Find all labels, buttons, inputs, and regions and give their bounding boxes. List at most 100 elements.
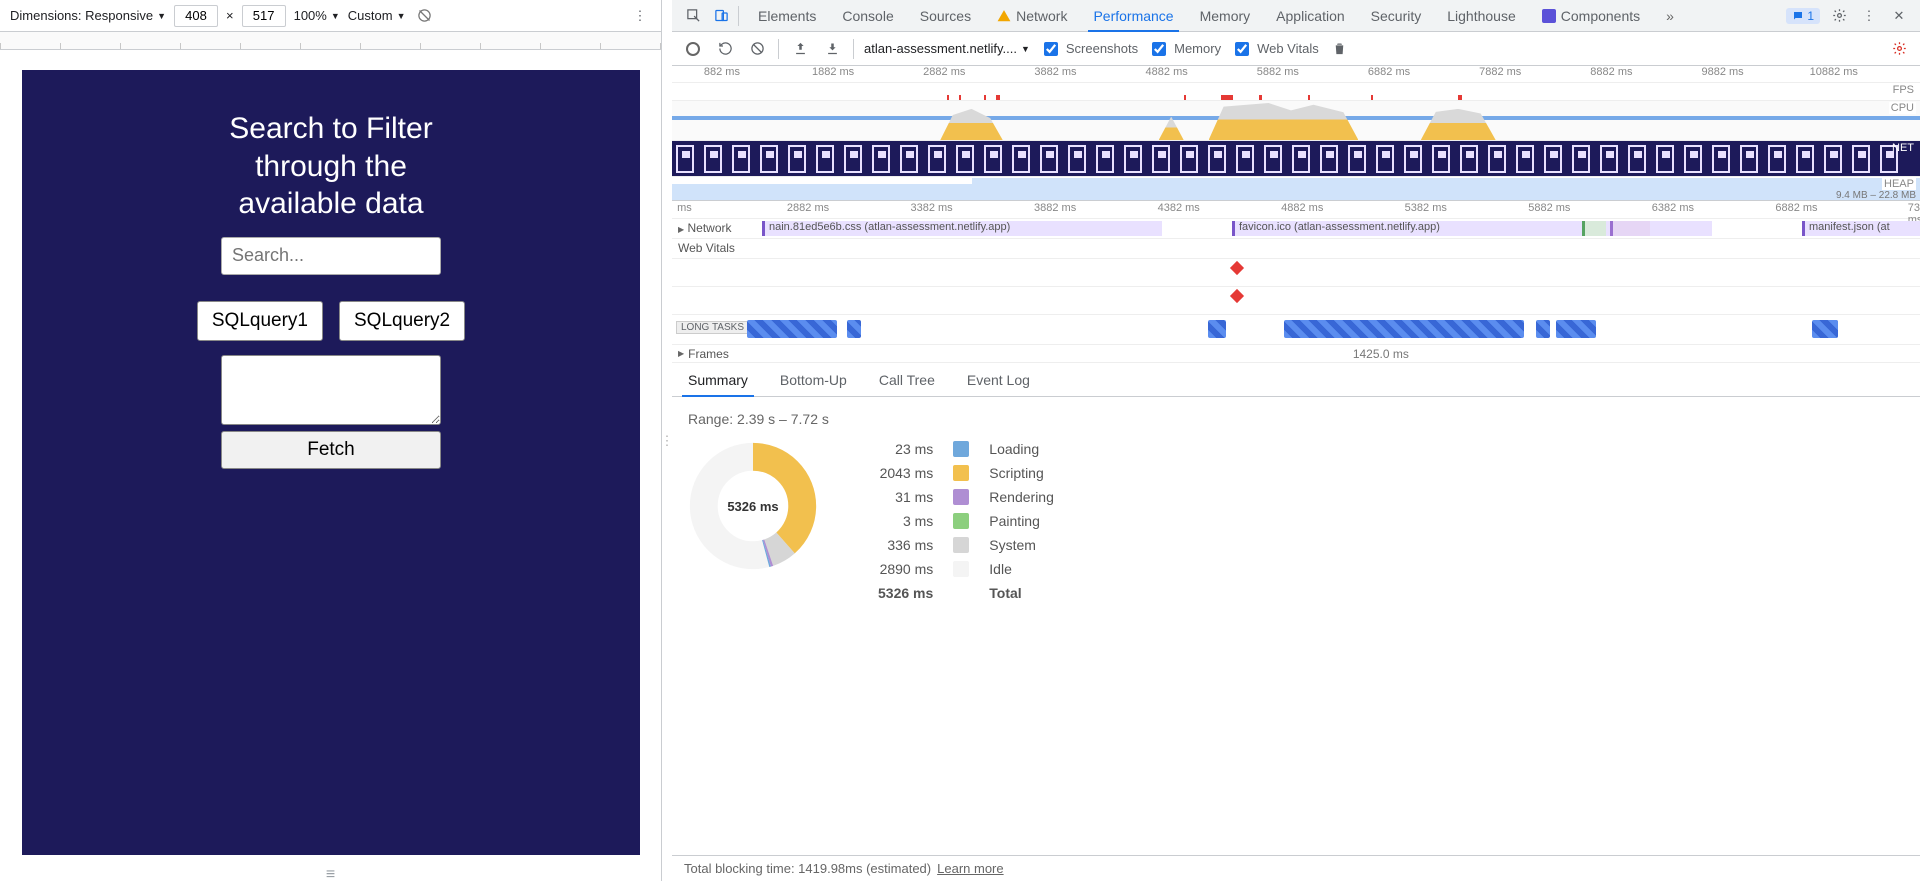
filmstrip-frame[interactable]	[956, 145, 974, 173]
screenshots-checkbox[interactable]: Screenshots	[1040, 39, 1138, 59]
filmstrip-frame[interactable]	[1852, 145, 1870, 173]
more-icon[interactable]: ⋮	[1858, 5, 1880, 27]
long-task-bar[interactable]	[1536, 320, 1550, 338]
filmstrip-frame[interactable]	[1684, 145, 1702, 173]
filmstrip-frame[interactable]	[1096, 145, 1114, 173]
query-textarea[interactable]	[221, 355, 441, 425]
clear-icon[interactable]	[746, 38, 768, 60]
issues-badge[interactable]: 1	[1786, 8, 1820, 24]
tab-network[interactable]: Network	[984, 0, 1080, 31]
filmstrip-frame[interactable]	[1656, 145, 1674, 173]
network-bar[interactable]	[1582, 221, 1606, 236]
dimensions-select[interactable]: Dimensions: Responsive ▼	[10, 8, 166, 23]
tab-performance[interactable]: Performance	[1080, 0, 1186, 31]
filmstrip-frame[interactable]	[1796, 145, 1814, 173]
tracks-panel[interactable]: ms2882 ms3382 ms3882 ms4382 ms4882 ms538…	[672, 201, 1920, 363]
filmstrip-frame[interactable]	[1124, 145, 1142, 173]
tabs-overflow[interactable]: »	[1653, 0, 1687, 31]
filmstrip-frame[interactable]	[1180, 145, 1198, 173]
tab-components[interactable]: Components	[1529, 0, 1653, 31]
filmstrip-frame[interactable]	[844, 145, 862, 173]
gear-icon[interactable]	[1888, 38, 1910, 60]
trash-icon[interactable]	[1329, 38, 1351, 60]
tab-application[interactable]: Application	[1263, 0, 1358, 31]
filmstrip-frame[interactable]	[1460, 145, 1478, 173]
tab-summary[interactable]: Summary	[672, 363, 764, 396]
learn-more-link[interactable]: Learn more	[937, 861, 1003, 876]
vital-marker[interactable]	[1230, 261, 1244, 275]
long-task-bar[interactable]	[747, 320, 837, 338]
fetch-button[interactable]: Fetch	[221, 431, 441, 469]
throttle-select[interactable]: Custom ▼	[348, 8, 406, 23]
filmstrip-frame[interactable]	[788, 145, 806, 173]
tab-lighthouse[interactable]: Lighthouse	[1434, 0, 1529, 31]
recording-select[interactable]: atlan-assessment.netlify.... ▼	[864, 41, 1030, 56]
height-input[interactable]	[242, 5, 286, 27]
filmstrip-frame[interactable]	[1348, 145, 1366, 173]
long-task-bar[interactable]	[1284, 320, 1524, 338]
filmstrip-frame[interactable]	[1068, 145, 1086, 173]
network-bar[interactable]: nain.81ed5e6b.css (atlan-assessment.netl…	[762, 221, 1162, 236]
filmstrip-frame[interactable]	[1544, 145, 1562, 173]
filmstrip-frame[interactable]	[1152, 145, 1170, 173]
memory-checkbox-input[interactable]	[1152, 42, 1166, 56]
memory-checkbox[interactable]: Memory	[1148, 39, 1221, 59]
tab-bottom-up[interactable]: Bottom-Up	[764, 363, 863, 396]
zoom-select[interactable]: 100% ▼	[294, 8, 340, 23]
filmstrip-frame[interactable]	[1488, 145, 1506, 173]
tab-elements[interactable]: Elements	[745, 0, 829, 31]
inspect-icon[interactable]	[682, 5, 704, 27]
filmstrip-frame[interactable]	[1264, 145, 1282, 173]
filmstrip-frame[interactable]	[704, 145, 722, 173]
filmstrip-frame[interactable]	[1628, 145, 1646, 173]
record-icon[interactable]	[682, 38, 704, 60]
filmstrip-frame[interactable]	[1572, 145, 1590, 173]
filmstrip-frame[interactable]	[1740, 145, 1758, 173]
long-task-bar[interactable]	[847, 320, 861, 338]
filmstrip-frame[interactable]	[900, 145, 918, 173]
filmstrip-frame[interactable]	[1600, 145, 1618, 173]
filmstrip-frame[interactable]	[1404, 145, 1422, 173]
filmstrip-frame[interactable]	[816, 145, 834, 173]
filmstrip-frame[interactable]	[1712, 145, 1730, 173]
filmstrip-frame[interactable]	[1432, 145, 1450, 173]
resize-handle[interactable]: ≡	[0, 869, 661, 881]
screenshots-checkbox-input[interactable]	[1044, 42, 1058, 56]
filmstrip-frame[interactable]	[1012, 145, 1030, 173]
close-icon[interactable]: ✕	[1888, 5, 1910, 27]
tab-security[interactable]: Security	[1358, 0, 1435, 31]
gear-icon[interactable]	[1828, 5, 1850, 27]
filmstrip-frame[interactable]	[760, 145, 778, 173]
filmstrip-frame[interactable]	[1320, 145, 1338, 173]
filmstrip-frame[interactable]	[1824, 145, 1842, 173]
network-bar[interactable]: manifest.json (at	[1802, 221, 1920, 236]
download-icon[interactable]	[821, 38, 843, 60]
filmstrip-frame[interactable]	[928, 145, 946, 173]
sqlquery2-button[interactable]: SQLquery2	[339, 301, 465, 341]
long-task-bar[interactable]	[1812, 320, 1838, 338]
filmstrip-frame[interactable]	[1040, 145, 1058, 173]
filmstrip-frame[interactable]	[1376, 145, 1394, 173]
search-input[interactable]	[221, 237, 441, 275]
filmstrip-frame[interactable]	[984, 145, 1002, 173]
filmstrip-frame[interactable]	[1292, 145, 1310, 173]
upload-icon[interactable]	[789, 38, 811, 60]
rotate-icon[interactable]	[413, 5, 435, 27]
filmstrip-frame[interactable]	[872, 145, 890, 173]
pane-splitter[interactable]: ⋮	[662, 0, 672, 881]
filmstrip-frame[interactable]	[1236, 145, 1254, 173]
filmstrip-frame[interactable]	[1768, 145, 1786, 173]
tab-call-tree[interactable]: Call Tree	[863, 363, 951, 396]
device-toggle-icon[interactable]	[710, 5, 732, 27]
vital-marker[interactable]	[1230, 289, 1244, 303]
filmstrip-frame[interactable]	[676, 145, 694, 173]
filmstrip-frame[interactable]	[732, 145, 750, 173]
sqlquery1-button[interactable]: SQLquery1	[197, 301, 323, 341]
tab-event-log[interactable]: Event Log	[951, 363, 1046, 396]
webvitals-checkbox-input[interactable]	[1235, 42, 1249, 56]
tab-console[interactable]: Console	[829, 0, 906, 31]
long-task-bar[interactable]	[1208, 320, 1226, 338]
filmstrip-frame[interactable]	[1208, 145, 1226, 173]
network-bar[interactable]	[1610, 221, 1650, 236]
overview-panel[interactable]: 882 ms1882 ms2882 ms3882 ms4882 ms5882 m…	[672, 66, 1920, 201]
